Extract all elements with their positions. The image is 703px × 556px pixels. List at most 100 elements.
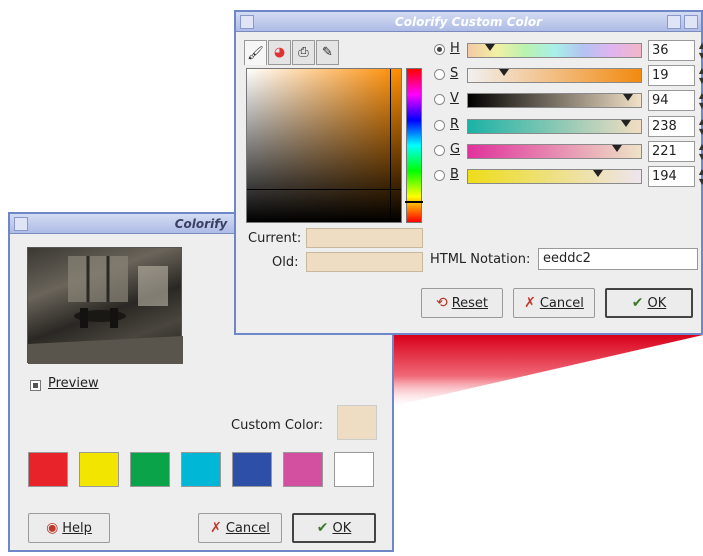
old-label: Old: [272, 255, 299, 270]
room-photo [28, 256, 183, 364]
window-menu-icon[interactable] [14, 217, 28, 231]
html-notation-label: HTML Notation: [430, 252, 531, 267]
spinbox-r[interactable]: 238 ▲ ▼ [648, 115, 703, 137]
custom-title: Colorify Custom Color [394, 15, 543, 29]
saturation-crosshair-line [390, 69, 391, 222]
value-crosshair-line [247, 189, 401, 190]
lifebuoy-icon: ◉ [46, 520, 59, 536]
preset-swatch-3[interactable] [130, 452, 170, 487]
spinbox-v[interactable]: 94 ▲ ▼ [648, 90, 703, 112]
help-label: Help [62, 520, 92, 536]
current-color-box [306, 228, 423, 248]
maximize-icon[interactable] [667, 15, 681, 29]
checkmark-icon: ✔ [631, 295, 644, 311]
html-notation-input[interactable]: eeddc2 [538, 248, 698, 270]
spin-arrows-icon[interactable]: ▲ ▼ [696, 66, 703, 87]
channel-label-b: B [450, 167, 459, 182]
window-menu-icon[interactable] [240, 15, 254, 29]
slider-marker-g[interactable] [611, 144, 622, 152]
tab-watercolor[interactable]: ✎ [316, 40, 339, 65]
spin-arrows-icon[interactable]: ▲ ▼ [696, 167, 703, 188]
preset-swatch-4[interactable] [181, 452, 221, 487]
spinbox-value-h: 36 [652, 43, 669, 58]
paintbrush-icon: ✎ [322, 45, 333, 60]
custom-ok-button[interactable]: ✔ OK [605, 288, 693, 318]
slider-v[interactable] [467, 93, 642, 109]
radio-b[interactable] [434, 170, 445, 181]
spin-arrows-icon[interactable]: ▲ ▼ [696, 91, 703, 112]
radio-s[interactable] [434, 69, 445, 81]
color-wheel-icon: ◕ [273, 45, 286, 60]
slider-s[interactable] [467, 68, 642, 84]
spinbox-value-s: 19 [652, 68, 669, 84]
ok-label: OK [332, 520, 352, 536]
tab-cmyk[interactable]: ⎙ [292, 40, 315, 65]
custom-color-label: Custom Color: [231, 418, 324, 433]
cancel-icon: ✗ [210, 520, 222, 536]
spinbox-b[interactable]: 194 ▲ ▼ [648, 166, 703, 187]
slider-marker-b[interactable] [593, 170, 604, 177]
cancel-button[interactable]: ✗ Cancel [198, 513, 282, 543]
preview-image [27, 247, 183, 364]
custom-color-swatch[interactable] [337, 405, 377, 440]
cancel-label: Cancel [225, 520, 270, 536]
spinbox-value-b: 194 [652, 169, 677, 184]
reset-icon: ⟲ [435, 295, 448, 311]
tab-color-wheel[interactable]: ◕ [268, 40, 291, 65]
preset-swatch-2[interactable] [79, 452, 119, 487]
spinbox-h[interactable]: 36 ▲ ▼ [648, 40, 703, 61]
reset-button[interactable]: ⟲ Reset [421, 288, 503, 318]
slider-r[interactable] [467, 118, 642, 134]
hue-marker [405, 201, 423, 203]
slider-marker-s[interactable] [499, 69, 510, 77]
custom-color-dialog: Colorify Custom Color 🖌 ◕ ⎙ ✎ H 36 ▲ ▼ S 19 ▲ ▼… [234, 10, 703, 335]
colorify-title: Colorify [174, 217, 228, 231]
cancel-icon: ✗ [524, 295, 536, 311]
preview-checkbox[interactable] [30, 380, 41, 391]
printer-icon: ⎙ [298, 45, 309, 60]
reset-label: Reset [451, 295, 489, 311]
hue-strip[interactable] [405, 68, 423, 223]
old-color-box [306, 252, 423, 272]
slider-marker-v[interactable] [623, 94, 634, 102]
close-icon[interactable] [684, 15, 698, 29]
tab-gimp-picker[interactable]: 🖌 [244, 40, 267, 65]
spinbox-g[interactable]: 221 ▲ ▼ [648, 140, 703, 162]
spin-arrows-icon[interactable]: ▲ ▼ [696, 117, 703, 138]
preset-swatch-1[interactable] [28, 452, 68, 487]
color-selector-tabs: 🖌 ◕ ⎙ ✎ [244, 40, 344, 67]
help-button[interactable]: ◉ Help [28, 513, 110, 543]
slider-marker-r[interactable] [621, 119, 632, 127]
channel-label-v: V [450, 91, 459, 107]
channel-label-s: S [450, 66, 459, 82]
current-label: Current: [248, 231, 302, 246]
preset-swatch-5[interactable] [232, 452, 272, 487]
slider-h[interactable] [467, 43, 642, 58]
slider-marker-h[interactable] [484, 44, 495, 51]
spinbox-value-g: 221 [652, 143, 677, 159]
slider-b[interactable] [467, 169, 642, 184]
preset-swatch-7[interactable] [334, 452, 374, 487]
custom-titlebar: Colorify Custom Color [236, 12, 701, 32]
radio-r[interactable] [434, 119, 445, 131]
spinbox-value-v: 94 [652, 93, 669, 109]
channel-label-r: R [450, 116, 460, 132]
spin-arrows-icon[interactable]: ▲ ▼ [696, 41, 703, 62]
custom-cancel-button[interactable]: ✗ Cancel [513, 288, 595, 318]
custom-cancel-label: Cancel [539, 295, 584, 311]
spinbox-s[interactable]: 19 ▲ ▼ [648, 65, 703, 87]
ok-button[interactable]: ✔ OK [292, 513, 376, 543]
channel-label-g: G [450, 141, 461, 157]
checkmark-icon: ✔ [316, 520, 329, 536]
custom-ok-label: OK [647, 295, 667, 311]
saturation-value-square[interactable] [246, 68, 402, 223]
preview-label: Preview [48, 376, 99, 391]
preset-swatch-6[interactable] [283, 452, 323, 487]
spin-arrows-icon[interactable]: ▲ ▼ [696, 142, 703, 163]
spinbox-value-r: 238 [652, 118, 677, 134]
radio-v[interactable] [434, 94, 445, 106]
radio-g[interactable] [434, 144, 445, 156]
brush-icon: 🖌 [247, 45, 264, 61]
radio-h[interactable] [434, 44, 445, 55]
slider-g[interactable] [467, 143, 642, 159]
